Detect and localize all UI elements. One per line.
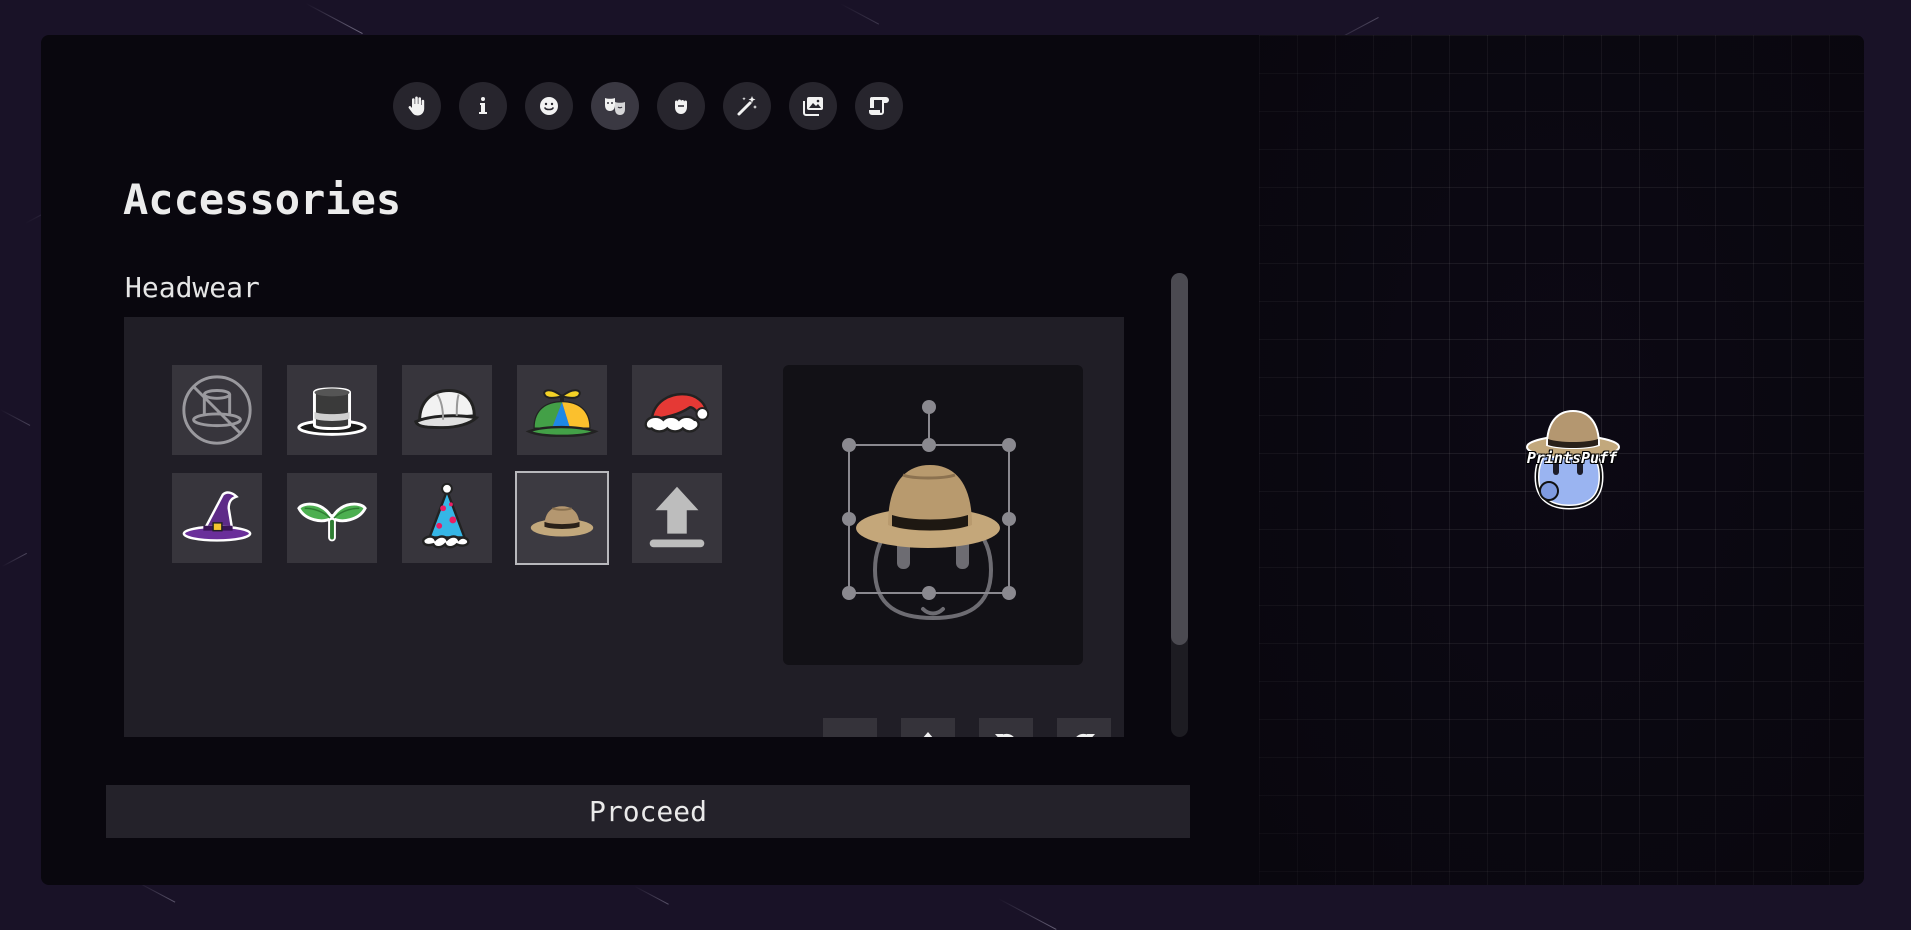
- scroll-icon: [869, 97, 889, 115]
- headwear-option-witch[interactable]: [172, 473, 262, 563]
- hand-icon: [408, 96, 425, 116]
- character-name-label: PrintsPuff: [1526, 449, 1618, 467]
- tab-hand[interactable]: [393, 82, 441, 130]
- headwear-option-santa[interactable]: [632, 365, 722, 455]
- rotate-left-button[interactable]: [979, 718, 1033, 737]
- leaf-sprout-icon: [297, 502, 367, 542]
- top-hat-icon: [297, 387, 367, 436]
- face-icon: [540, 97, 558, 115]
- star-streak: [0, 408, 31, 426]
- no-hat-icon: [182, 375, 252, 445]
- preview-controls: [823, 718, 1111, 737]
- star-streak: [997, 897, 1057, 930]
- headwear-option-fedora[interactable]: [515, 471, 609, 565]
- upload-icon: [649, 486, 705, 548]
- party-hat-icon: [422, 482, 470, 549]
- proceed-button[interactable]: Proceed: [106, 785, 1190, 838]
- flip-horizontal-button[interactable]: [823, 718, 877, 737]
- star-streak: [839, 3, 879, 26]
- hat-preview-canvas[interactable]: [783, 365, 1083, 665]
- character-figure: PrintsPuff: [1517, 395, 1627, 515]
- category-toolbar: [393, 82, 903, 130]
- tab-fist[interactable]: [657, 82, 705, 130]
- straw-fedora-icon: [530, 506, 594, 537]
- headwear-option-sprout[interactable]: [287, 473, 377, 563]
- images-icon: [803, 97, 823, 116]
- star-streak: [1, 552, 27, 567]
- headwear-option-propeller[interactable]: [517, 365, 607, 455]
- tab-accessories[interactable]: [591, 82, 639, 130]
- headwear-option-upload[interactable]: [632, 473, 722, 563]
- rotate-left-icon: [995, 733, 1014, 737]
- star-streak: [634, 886, 669, 906]
- rotate-right-icon: [1076, 733, 1095, 737]
- section-heading: Headwear: [125, 271, 260, 304]
- headwear-option-party[interactable]: [402, 473, 492, 563]
- tab-effects[interactable]: [723, 82, 771, 130]
- scrollbar-thumb[interactable]: [1171, 273, 1188, 645]
- headwear-panel: [124, 317, 1124, 737]
- flip-vertical-button[interactable]: [901, 718, 955, 737]
- tab-scroll[interactable]: [855, 82, 903, 130]
- santa-hat-icon: [644, 392, 710, 433]
- flip-horizontal-icon: [835, 730, 865, 737]
- tab-backgrounds[interactable]: [789, 82, 837, 130]
- character-stage: PrintsPuff: [1259, 35, 1864, 885]
- witch-hat-icon: [182, 491, 252, 542]
- baseball-cap-icon: [413, 389, 480, 430]
- headwear-grid: [172, 365, 722, 565]
- tab-face[interactable]: [525, 82, 573, 130]
- tab-info[interactable]: [459, 82, 507, 130]
- headwear-option-top-hat[interactable]: [287, 365, 377, 455]
- star-streak: [305, 2, 363, 34]
- flip-vertical-icon: [923, 732, 933, 737]
- selected-hat-preview[interactable]: [856, 465, 1000, 548]
- magic-wand-icon: [737, 96, 757, 116]
- page-title: Accessories: [123, 175, 402, 224]
- headwear-option-cap[interactable]: [402, 365, 492, 455]
- fist-icon: [675, 99, 687, 114]
- info-icon: [479, 97, 487, 114]
- propeller-hat-icon: [525, 389, 599, 438]
- rotate-right-button[interactable]: [1057, 718, 1111, 737]
- app-window: Accessories Headwear Proceed PrintsPuff: [41, 35, 1864, 885]
- headwear-option-none[interactable]: [172, 365, 262, 455]
- scrollbar[interactable]: [1171, 273, 1188, 737]
- masks-icon: [605, 98, 625, 115]
- editor-pane: Accessories Headwear Proceed: [41, 35, 1259, 885]
- star-streak: [137, 882, 176, 903]
- character-preview: [842, 400, 1016, 621]
